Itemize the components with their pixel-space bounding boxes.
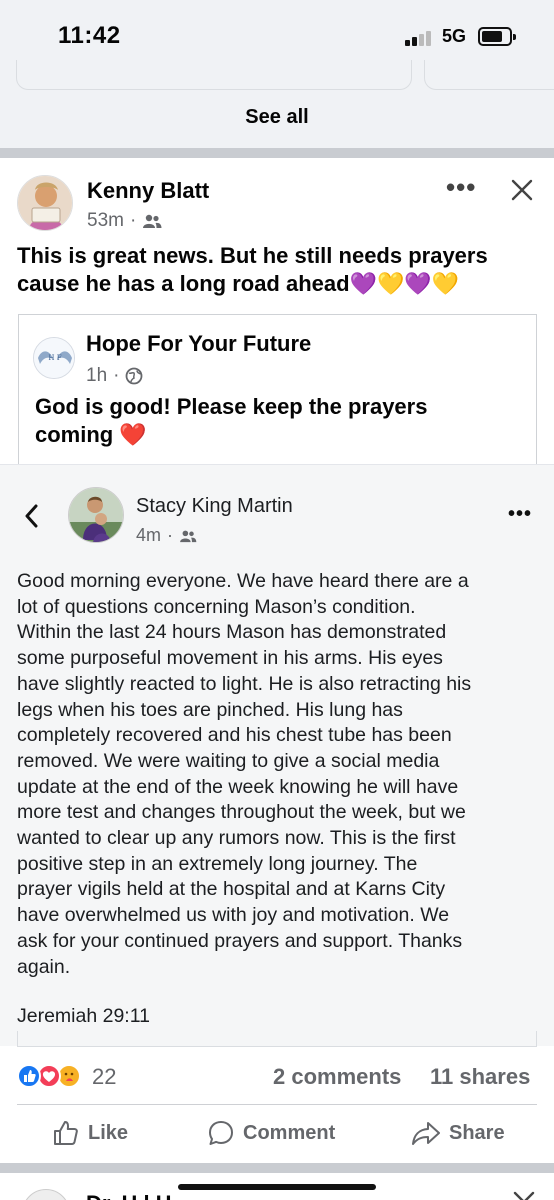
page-name[interactable]: Hope For Your Future — [86, 331, 311, 357]
original-author-name[interactable]: Stacy King Martin — [136, 495, 293, 518]
svg-text:H F: H F — [48, 354, 61, 362]
next-author-name[interactable]: Dr. H l H — [86, 1191, 172, 1200]
suggestion-card[interactable] — [424, 60, 554, 90]
original-author-avatar[interactable] — [68, 487, 124, 543]
inner-card-edge — [17, 1031, 537, 1047]
author-avatar[interactable] — [17, 175, 73, 231]
like-button[interactable]: Like — [52, 1119, 128, 1147]
shared-post-time[interactable]: 1h — [86, 365, 107, 387]
friends-icon — [180, 530, 197, 542]
shared-post-meta: 1h · — [86, 365, 143, 387]
post-time[interactable]: 53m — [87, 210, 124, 232]
share-label: Share — [449, 1121, 505, 1144]
next-feed-post[interactable]: Dr. H l H — [0, 1173, 554, 1200]
close-icon[interactable] — [510, 178, 534, 202]
comment-icon — [209, 1121, 233, 1145]
reaction-count[interactable]: 22 — [92, 1064, 116, 1090]
home-indicator[interactable] — [178, 1184, 376, 1190]
author-name[interactable]: Kenny Blatt — [87, 178, 209, 204]
post-meta: 53m · — [87, 210, 162, 232]
original-post-body: Good morning everyone. We have heard the… — [17, 570, 472, 978]
suggestion-card[interactable] — [16, 60, 412, 90]
shares-count[interactable]: 11 shares — [430, 1064, 530, 1090]
next-author-avatar[interactable] — [22, 1189, 70, 1200]
like-reaction-icon — [17, 1064, 41, 1088]
feed-post: Kenny Blatt 53m · ••• This is great news… — [0, 158, 554, 1163]
original-post-verse: Jeremiah 29:11 — [17, 1005, 150, 1027]
reaction-icons[interactable] — [17, 1064, 89, 1088]
shared-post-card[interactable]: H F Hope For Your Future 1h · God is goo… — [18, 314, 537, 464]
more-options-button[interactable]: ••• — [446, 172, 476, 203]
feed-divider — [0, 1163, 554, 1173]
actions-divider — [17, 1104, 537, 1105]
post-actions: Like Comment Share — [0, 1113, 554, 1155]
original-post-meta: 4m · — [136, 525, 197, 546]
share-icon — [412, 1122, 440, 1145]
back-chevron-icon[interactable] — [22, 503, 42, 529]
suggestions-section: See all — [0, 60, 554, 148]
network-type: 5G — [442, 26, 467, 46]
shared-post-text: God is good! Please keep the prayers com… — [35, 394, 428, 447]
original-post-panel[interactable]: Stacy King Martin 4m · ••• Good morning … — [0, 464, 554, 1047]
like-icon — [54, 1121, 78, 1145]
share-button[interactable]: Share — [411, 1119, 505, 1147]
page-avatar[interactable]: H F — [33, 337, 75, 379]
original-more-options-button[interactable]: ••• — [508, 503, 532, 526]
cellular-signal-icon — [405, 30, 435, 46]
battery-icon — [478, 27, 516, 46]
status-time: 11:42 — [58, 22, 121, 49]
reactions-summary: 22 2 comments 11 shares — [0, 1056, 554, 1100]
comment-button[interactable]: Comment — [207, 1119, 335, 1147]
like-label: Like — [88, 1121, 129, 1144]
friends-icon — [143, 214, 162, 228]
comments-count[interactable]: 2 comments — [273, 1064, 401, 1090]
globe-icon — [126, 367, 143, 385]
close-icon[interactable] — [512, 1190, 536, 1200]
post-text: This is great news. But he still needs p… — [17, 243, 488, 296]
comment-label: Comment — [243, 1121, 336, 1144]
see-all-link[interactable]: See all — [0, 106, 554, 129]
feed-divider — [0, 148, 554, 158]
original-post-time[interactable]: 4m — [136, 525, 161, 546]
